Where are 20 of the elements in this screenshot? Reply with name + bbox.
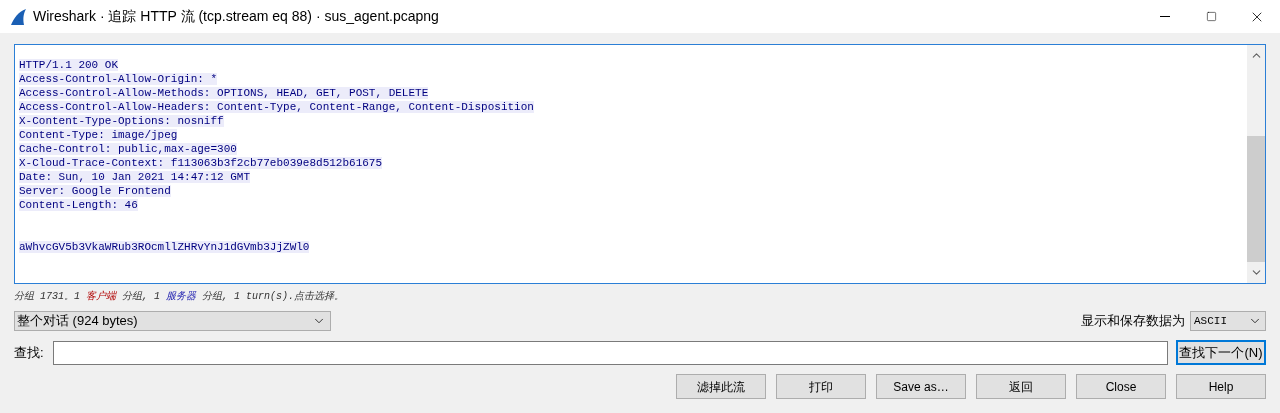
stream-text-area[interactable]: [14, 44, 1266, 284]
minimize-icon: [1160, 16, 1170, 17]
find-label: 查找:: [14, 343, 44, 362]
find-field[interactable]: [52, 340, 1168, 365]
dialog-button[interactable]: Close: [1076, 374, 1166, 399]
format-dropdown[interactable]: ASCII: [1190, 311, 1266, 331]
dialog-button[interactable]: 打印: [776, 374, 866, 399]
shark-fin-icon: [9, 7, 27, 26]
dialog-button[interactable]: 滤掉此流: [676, 374, 766, 399]
status-text: 分组 1731。1 客户端 分组, 1 服务器 分组, 1 turn(s).点击选择。: [14, 289, 346, 304]
format-label: 显示和保存数据为: [1081, 312, 1185, 331]
window-title: Wireshark · 追踪 HTTP 流 (tcp.stream eq 88) · sus_agent.pcapng: [33, 7, 439, 26]
maximize-icon: [1205, 11, 1217, 22]
find-next-button[interactable]: 查找下一个(N): [1176, 340, 1266, 365]
conversation-dropdown[interactable]: 整个对话 (924 bytes): [14, 311, 331, 331]
dialog-button[interactable]: Help: [1176, 374, 1266, 399]
dialog-button[interactable]: 返回: [976, 374, 1066, 399]
scroll-thumb[interactable]: [1247, 136, 1265, 262]
scrollbar[interactable]: [1247, 45, 1265, 283]
dialog-button[interactable]: Save as…: [876, 374, 966, 399]
